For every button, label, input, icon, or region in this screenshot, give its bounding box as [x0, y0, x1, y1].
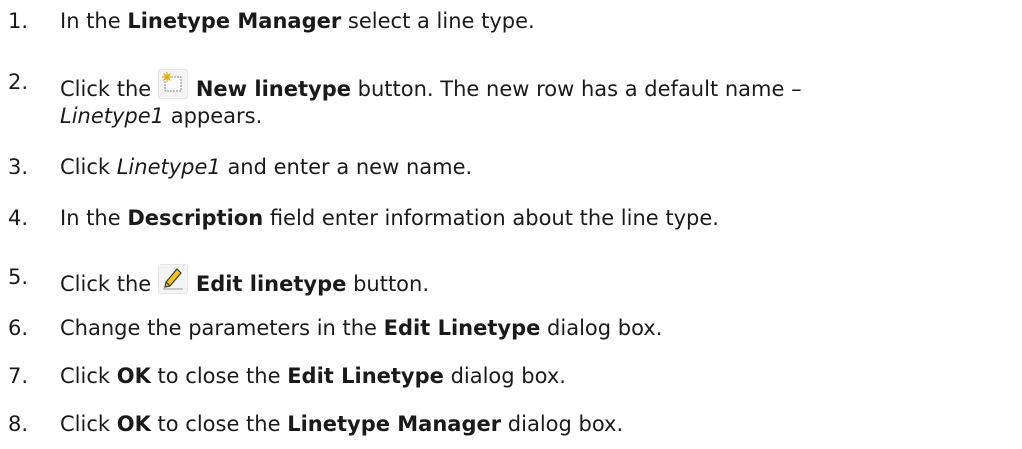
new-linetype-icon	[157, 69, 188, 99]
ui-term: OK	[116, 412, 151, 436]
default-name: Linetype1	[60, 104, 165, 128]
step-5: 5. Click the Edit linetype button.	[0, 264, 1010, 298]
ui-term: OK	[116, 364, 151, 388]
ui-term: Edit Linetype	[383, 316, 541, 340]
step-3: 3. Click Linetype1 and enter a new name.	[0, 154, 1010, 181]
step-number: 6.	[8, 316, 29, 340]
step-1: 1. In the Linetype Manager select a line…	[0, 8, 1010, 35]
step-text: Click OK to close the Edit Linetype dial…	[60, 364, 566, 388]
step-number: 3.	[8, 155, 29, 179]
step-6: 6. Change the parameters in the Edit Lin…	[0, 315, 1010, 342]
step-text: Click Linetype1 and enter a new name.	[60, 155, 473, 179]
step-text: Click the New linetype button. The new r…	[60, 69, 1010, 130]
step-text: Click OK to close the Linetype Manager d…	[60, 412, 624, 436]
step-text: In the Linetype Manager select a line ty…	[60, 9, 535, 33]
step-2: 2. Click the New linetype button. The ne…	[0, 69, 1010, 130]
ui-term: Linetype Manager	[127, 9, 342, 33]
ui-term: Edit linetype	[195, 272, 347, 296]
step-text: In the Description field enter informati…	[60, 206, 719, 230]
ui-term: Linetype Manager	[287, 412, 502, 436]
step-8: 8. Click OK to close the Linetype Manage…	[0, 411, 1010, 438]
step-text: Change the parameters in the Edit Linety…	[60, 316, 663, 340]
step-number: 4.	[8, 206, 29, 230]
step-number: 5.	[8, 265, 29, 289]
step-number: 8.	[8, 412, 29, 436]
ui-term: New linetype	[195, 77, 351, 101]
step-7: 7. Click OK to close the Edit Linetype d…	[0, 363, 1010, 390]
step-number: 7.	[8, 364, 29, 388]
edit-linetype-icon	[157, 264, 188, 294]
ui-term: Edit Linetype	[287, 364, 444, 388]
step-number: 1.	[8, 9, 29, 33]
step-number: 2.	[8, 70, 29, 94]
ui-term: Description	[127, 206, 264, 230]
default-name: Linetype1	[116, 155, 221, 179]
step-4: 4. In the Description field enter inform…	[0, 205, 1010, 232]
instruction-steps: 1. In the Linetype Manager select a line…	[0, 0, 1022, 449]
step-text: Click the Edit linetype button.	[60, 264, 1010, 298]
